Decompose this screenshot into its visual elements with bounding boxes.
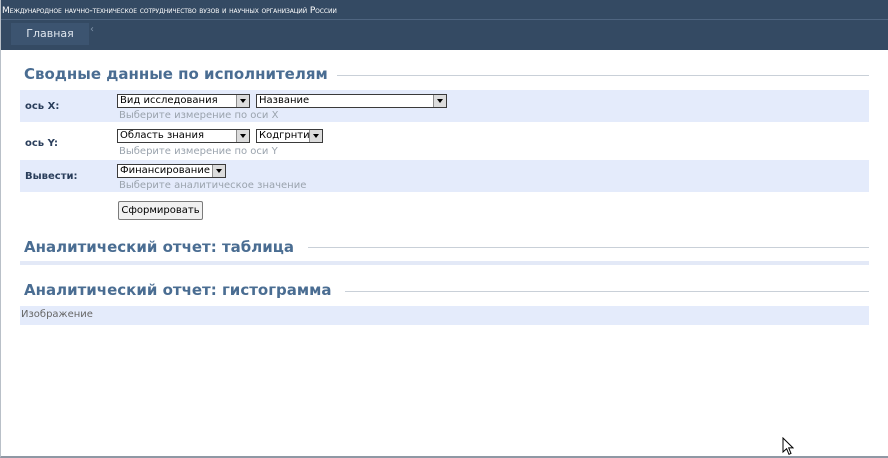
chart-report-title-rule [345,291,869,292]
axis-x-label: ось X: [25,101,60,112]
mouse-pointer-icon [782,437,794,455]
site-title: Международное научно-техническое сотрудн… [2,6,337,16]
chart-report-title: Аналитический отчет: гистограмма [24,281,332,299]
chart-image-placeholder: Изображение [20,306,869,325]
axis-y-hint: Выберите измерение по оси Y [119,146,278,157]
image-placeholder-label: Изображение [21,309,93,320]
axis-y-code-value: Кодгрнти [259,130,310,141]
output-value: Финансирование [120,165,210,176]
chevron-down-icon [212,165,225,177]
axis-x-row: ось X: Вид исследования Название Выберит… [20,90,869,122]
axis-x-dimension-value: Вид исследования [120,95,218,106]
axis-x-name-value: Название [259,95,310,106]
nav-home[interactable]: Главная [11,23,89,45]
axis-x-dimension-select[interactable]: Вид исследования [117,94,250,108]
generate-button[interactable]: Сформировать [118,201,203,220]
table-report-area [20,261,869,265]
output-hint: Выберите аналитическое значение [119,180,307,191]
application-window: Международное научно-техническое сотрудн… [0,0,888,458]
table-report-title: Аналитический отчет: таблица [24,238,294,256]
output-value-select[interactable]: Финансирование [117,164,226,178]
axis-x-hint: Выберите измерение по оси X [119,110,279,121]
chevron-down-icon [309,130,322,142]
output-row: Вывести: Финансирование Выберите аналити… [20,160,869,192]
summary-title-rule [337,75,869,76]
chevron-down-icon [433,95,446,107]
top-header: Международное научно-техническое сотрудн… [1,0,888,50]
axis-x-name-select[interactable]: Название [256,94,447,108]
main-content: Сводные данные по исполнителям ось X: Ви… [1,50,888,456]
chevron-down-icon [236,130,249,142]
axis-y-code-select[interactable]: Кодгрнти [256,129,323,143]
axis-y-dimension-value: Область знания [120,130,204,141]
table-report-title-rule [308,247,869,248]
chevron-down-icon [236,95,249,107]
nav-separator-icon: ‹ [90,24,94,35]
summary-section-title: Сводные данные по исполнителям [24,65,328,83]
axis-y-label: ось Y: [25,138,58,149]
axis-y-row: ось Y: Область знания Кодгрнти Выберите … [20,128,869,160]
output-label: Вывести: [25,171,78,182]
header-divider [1,19,888,20]
axis-y-dimension-select[interactable]: Область знания [117,129,250,143]
